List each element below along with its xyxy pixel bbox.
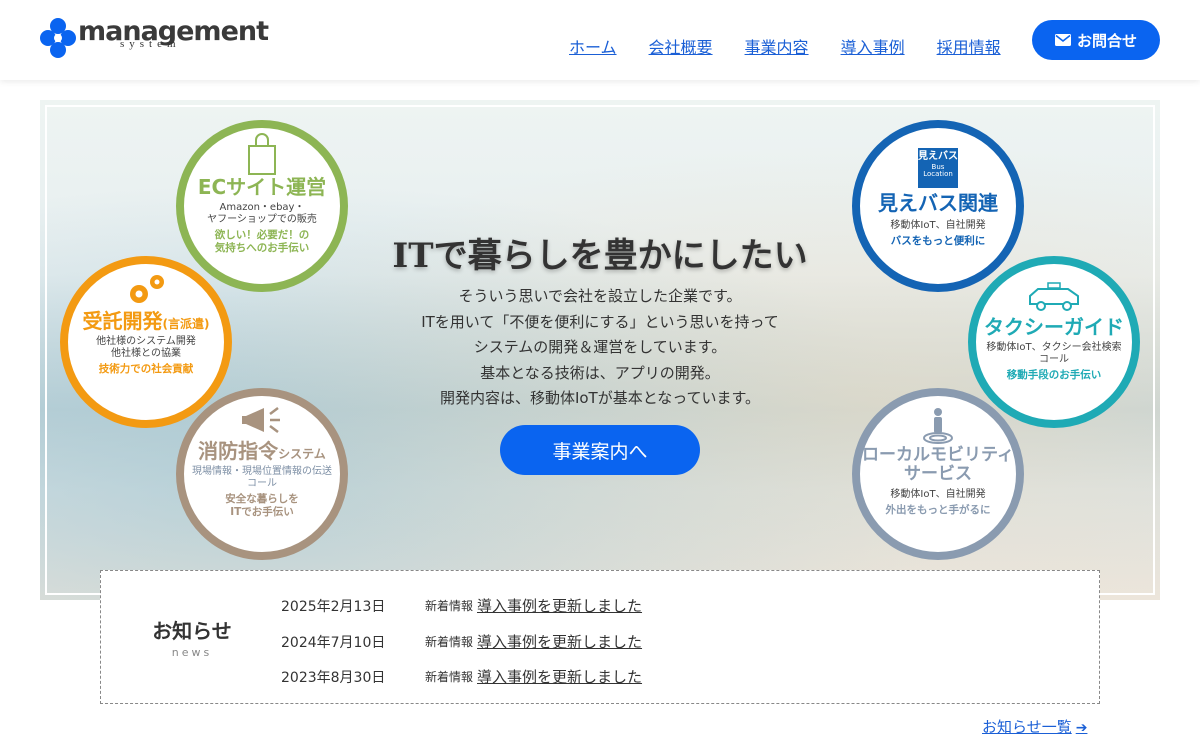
service-ec-em1: 欲しい！必要だ！の	[214, 229, 310, 241]
service-bus-title: 見えバス関連	[878, 191, 998, 215]
megaphone-icon	[242, 407, 280, 433]
service-fire-em1: 安全な暮らしを	[225, 493, 299, 505]
service-fire-title: 消防指令	[198, 439, 279, 463]
news-category: 新着情報	[425, 670, 474, 684]
service-ec-circle[interactable]: ECサイト運営 Amazon・ebay・ ヤフーショップでの販売 欲しい！必要だ…	[176, 120, 348, 292]
service-mobility-title2: サービス	[904, 463, 972, 484]
news-list-link[interactable]: お知らせ一覧 ➔	[982, 716, 1087, 737]
news-category: 新着情報	[425, 635, 474, 649]
service-fire-sub2: コール	[247, 478, 277, 489]
news-item: 2024年7月10日 新着情報 導入事例を更新しました	[281, 631, 642, 652]
service-bus-em1: バスをもっと便利に	[890, 235, 986, 247]
bus-badge-line2: Location	[923, 170, 953, 178]
bus-location-icon: 見えバス Bus Location	[918, 148, 958, 188]
service-mobility-circle[interactable]: ローカルモビリティ サービス 移動体IoT、自社開発 外出をもっと手がるに	[852, 388, 1024, 560]
service-ec-em2: 気持ちへのお手伝い	[214, 242, 310, 255]
service-contract-circle[interactable]: 受託開発(言派遣) 他社様のシステム開発 他社様との協業 技術力での社会貢献	[60, 256, 232, 428]
business-guide-button[interactable]: 事業案内へ	[500, 425, 700, 475]
news-item: 2023年8月30日 新着情報 導入事例を更新しました	[281, 666, 642, 687]
news-link[interactable]: 導入事例を更新しました	[477, 595, 642, 616]
news-date: 2023年8月30日	[281, 669, 386, 686]
service-taxi-circle[interactable]: タクシーガイド 移動体IoT、タクシー会社検索 コール 移動手段のお手伝い	[968, 256, 1140, 428]
envelope-icon	[1054, 34, 1071, 46]
nav-home[interactable]: ホーム	[569, 34, 617, 58]
nav-company[interactable]: 会社概要	[649, 34, 713, 58]
news-item: 2025年2月13日 新着情報 導入事例を更新しました	[281, 595, 642, 616]
contact-button[interactable]: お問合せ	[1032, 20, 1160, 60]
service-contract-tag: (言派遣)	[162, 317, 210, 331]
news-link[interactable]: 導入事例を更新しました	[477, 666, 642, 687]
taxi-icon	[1029, 282, 1079, 311]
contact-button-label: お問合せ	[1076, 31, 1137, 50]
news-heading: お知らせ news	[101, 615, 283, 659]
shopping-bag-icon	[248, 133, 276, 175]
service-taxi-em1: 移動手段のお手伝い	[1006, 369, 1102, 381]
service-taxi-sub2: コール	[1039, 354, 1069, 365]
person-location-icon	[923, 408, 953, 444]
service-fire-circle[interactable]: 消防指令システム 現場情報・現場位置情報の伝送 コール 安全な暮らしを ITでお…	[176, 388, 348, 560]
site-header: management system ホーム 会社概要 事業内容 導入事例 採用情…	[0, 0, 1200, 80]
nav-recruit[interactable]: 採用情報	[937, 34, 1001, 58]
nav-cases[interactable]: 導入事例	[841, 34, 905, 58]
news-list-label: お知らせ一覧	[982, 718, 1072, 736]
news-category: 新着情報	[425, 599, 474, 613]
service-contract-sub2: 他社様との協業	[111, 348, 181, 359]
service-contract-title-wrap: 受託開発(言派遣)	[83, 310, 210, 332]
arrow-right-icon: ➔	[1075, 720, 1088, 736]
service-fire-em2: ITでお手伝い	[230, 506, 294, 519]
service-ec-sub2: ヤフーショップでの販売	[207, 214, 317, 225]
news-title: お知らせ	[152, 619, 232, 643]
service-mobility-sub1: 移動体IoT、自社開発	[890, 489, 986, 501]
service-taxi-title: タクシーガイド	[984, 315, 1124, 339]
gears-icon	[130, 275, 164, 303]
bus-badge-title: 見えバス	[918, 151, 958, 162]
nav-business[interactable]: 事業内容	[745, 34, 809, 58]
service-ec-sub1: Amazon・ebay・	[219, 202, 305, 213]
service-bus-sub1: 移動体IoT、自社開発	[890, 220, 986, 231]
news-link[interactable]: 導入事例を更新しました	[477, 631, 642, 652]
site-logo[interactable]: management system	[40, 18, 269, 58]
service-contract-title: 受託開発	[82, 309, 163, 333]
service-ec-title: ECサイト運営	[197, 175, 327, 199]
hero-banner: ITで暮らしを豊かにしたい そういう思いで会社を設立した企業です。 ITを用いて…	[40, 100, 1160, 600]
main-nav: ホーム 会社概要 事業内容 導入事例 採用情報	[569, 34, 1033, 58]
service-mobility-em1: 外出をもっと手がるに	[885, 504, 991, 517]
service-taxi-sub1: 移動体IoT、タクシー会社検索	[986, 342, 1122, 353]
service-bus-circle[interactable]: 見えバス Bus Location 見えバス関連 移動体IoT、自社開発 バスを…	[852, 120, 1024, 292]
service-fire-tag: システム	[278, 447, 326, 461]
service-fire-title-wrap: 消防指令システム	[198, 440, 326, 462]
service-contract-sub1: 他社様のシステム開発	[96, 336, 196, 347]
news-panel: お知らせ news 2025年2月13日 新着情報 導入事例を更新しました 20…	[100, 570, 1100, 704]
logo-mark-icon	[40, 18, 76, 58]
service-contract-em1: 技術力での社会貢献	[98, 363, 194, 375]
service-fire-sub1: 現場情報・現場位置情報の伝送	[192, 466, 332, 477]
news-subtitle: news	[171, 646, 213, 659]
news-date: 2025年2月13日	[281, 598, 386, 615]
service-mobility-title1: ローカルモビリティ	[862, 445, 1014, 465]
news-date: 2024年7月10日	[281, 634, 386, 651]
